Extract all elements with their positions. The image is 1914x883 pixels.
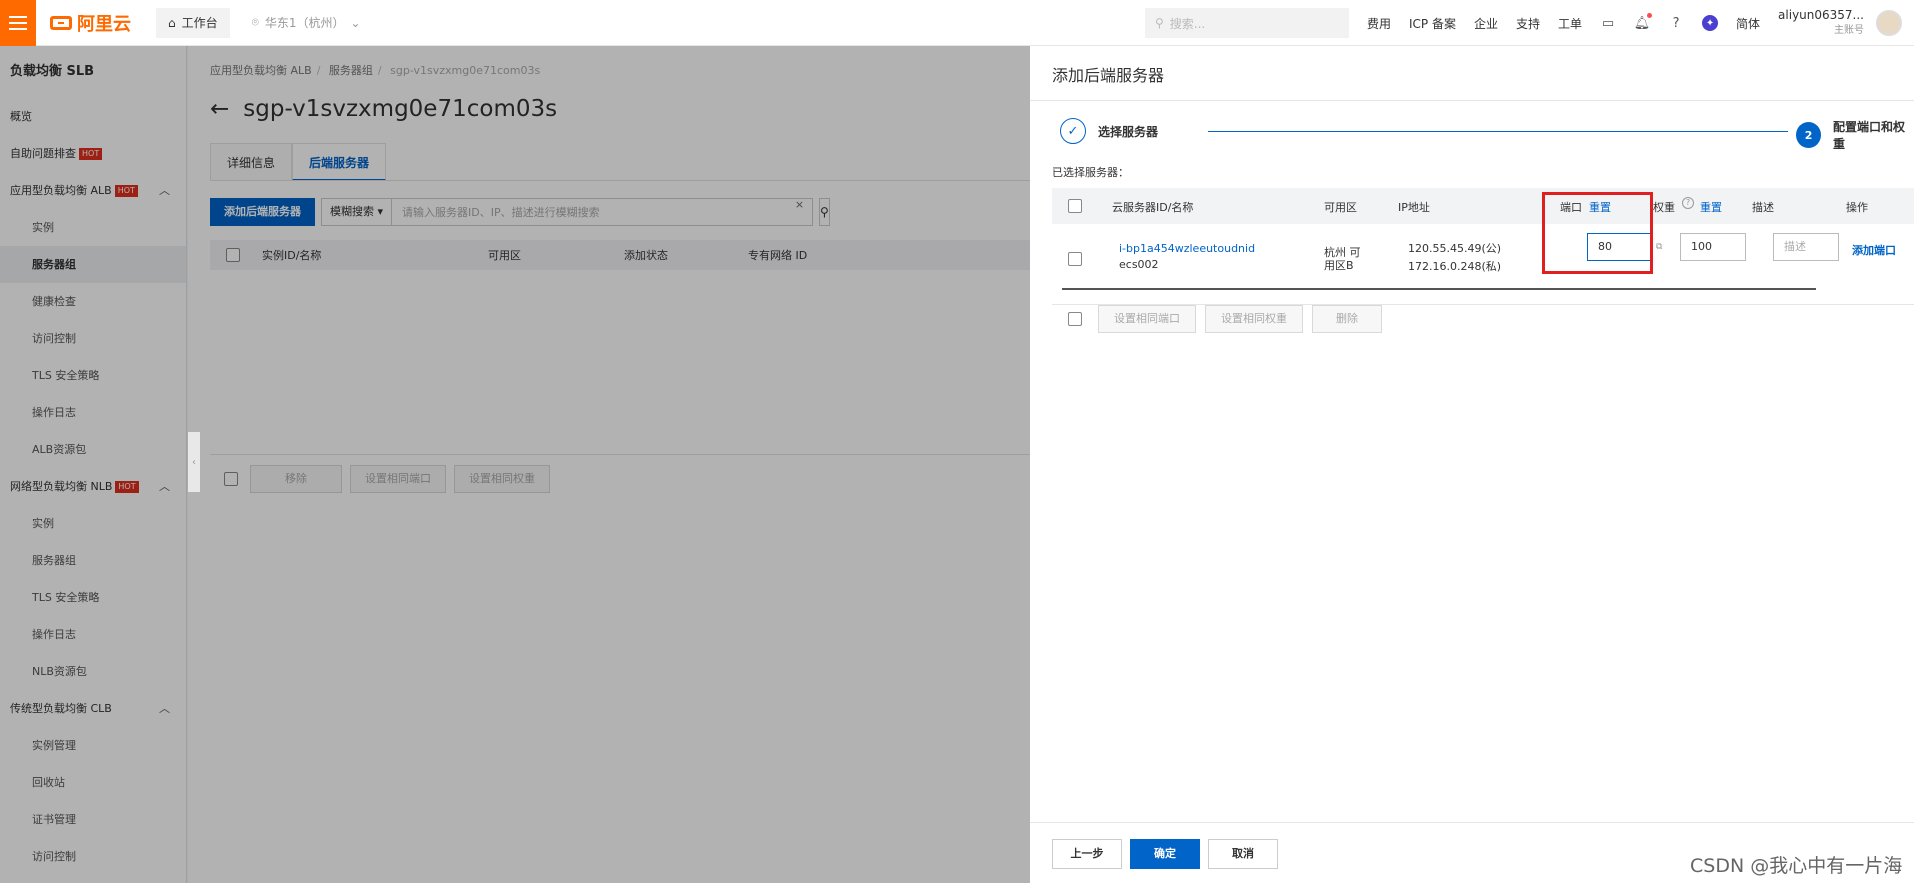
modal-overlay[interactable] [0,46,1030,883]
user-menu[interactable]: aliyun06357... 主账号 [1778,7,1864,39]
selected-servers-label: 已选择服务器： [1052,166,1129,179]
bell-icon[interactable]: 🔔︎ [1634,13,1653,31]
server-private-ip: 172.16.0.248(私) [1408,260,1502,273]
previous-step-button[interactable]: 上一步 [1052,839,1122,869]
logo-text: 阿里云 [77,13,131,35]
step-configure-port-weight: 2 配置端口和权重 [1796,118,1914,152]
row-checkbox[interactable] [1068,252,1082,266]
copy-icon[interactable]: ⧉ [1656,242,1662,252]
server-id-link[interactable]: i-bp1a454wzleeutoudnid [1119,242,1255,255]
chevron-down-icon: ⌄ [350,15,361,30]
weight-reset-link[interactable]: 重置 [1700,199,1722,215]
menu-icon[interactable] [0,0,36,46]
search-placeholder: 搜索... [1169,16,1206,31]
row-scrollbar[interactable] [1062,288,1816,290]
sidebar-collapse-handle[interactable]: ‹ [188,432,200,492]
server-public-ip: 120.55.45.49(公) [1408,242,1502,255]
region-selector[interactable]: ⌾ 华东1（杭州） ⌄ [252,14,361,31]
region-label: 华东1（杭州） [264,16,345,30]
workbench-button[interactable]: ⌂ 工作台 [156,7,230,38]
server-name: ecs002 [1119,258,1159,271]
confirm-button[interactable]: 确定 [1130,839,1200,869]
workbench-label: 工作台 [181,16,218,30]
column-description: 描述 [1752,201,1774,214]
add-port-link[interactable]: 添加端口 [1852,242,1896,258]
check-icon: ✓ [1060,118,1086,144]
highlight-box [1542,192,1653,274]
column-weight: 权重 [1653,201,1675,214]
selected-table-header: 云服务器ID/名称 可用区 IP地址 端口 重置 权重 ? 重置 描述 操作 [1052,188,1914,224]
column-action: 操作 [1846,201,1868,214]
top-navigation-bar: 阿里云 ⌂ 工作台 ⌾ 华东1（杭州） ⌄ ⚲ 搜索... 费用 ICP 备案 企业 支… [0,0,1914,46]
weight-input[interactable]: 100 [1680,233,1746,261]
set-same-port-button[interactable]: 设置相同端口 [1098,305,1196,333]
step2-number: 2 [1796,122,1822,148]
home-icon: ⌂ [168,15,176,30]
nav-support-link[interactable]: 支持 [1516,15,1540,32]
set-same-weight-button[interactable]: 设置相同权重 [1205,305,1303,333]
step1-label: 选择服务器 [1098,124,1159,139]
table-row: i-bp1a454wzleeutoudnid ecs002 杭州 可用区B 12… [1052,224,1914,296]
weight-help-icon[interactable]: ? [1682,197,1694,209]
cancel-button[interactable]: 取消 [1208,839,1278,869]
user-role: 主账号 [1834,25,1864,36]
server-zone: 杭州 可用区B [1324,246,1361,272]
add-backend-server-drawer: 添加后端服务器 ✓ 选择服务器 2 配置端口和权重 已选择服务器： 云服务器ID… [1030,46,1914,883]
nav-enterprise-link[interactable]: 企业 [1474,15,1498,32]
step2-label: 配置端口和权重 [1833,120,1906,151]
nav-fees-link[interactable]: 费用 [1367,15,1391,32]
language-switch[interactable]: 简体 [1736,15,1760,32]
column-server-id: 云服务器ID/名称 [1112,201,1194,214]
help-icon[interactable]: ? [1668,15,1684,31]
user-name: aliyun06357... [1778,8,1864,22]
avatar[interactable] [1876,10,1902,36]
drawer-title: 添加后端服务器 [1052,66,1165,85]
ai-assistant-icon[interactable]: ✦ [1702,15,1719,31]
description-input[interactable]: 描述 [1773,233,1839,261]
batch-select-checkbox[interactable] [1068,312,1082,326]
step-select-server[interactable]: ✓ 选择服务器 [1060,118,1158,144]
global-search-input[interactable]: ⚲ 搜索... [1144,8,1349,38]
terminal-icon[interactable]: ▭ [1600,15,1616,31]
step-indicator: ✓ 选择服务器 2 配置端口和权重 [1060,118,1914,151]
column-ip: IP地址 [1398,201,1430,214]
csdn-watermark: CSDN @我心中有一片海 [1690,855,1903,877]
delete-button[interactable]: 删除 [1312,305,1382,333]
select-all-checkbox[interactable] [1068,199,1082,213]
column-zone: 可用区 [1324,201,1357,214]
nav-icp-link[interactable]: ICP 备案 [1409,15,1456,32]
nav-ticket-link[interactable]: 工单 [1558,15,1582,32]
location-icon: ⌾ [251,15,259,29]
aliyun-logo[interactable]: 阿里云 [50,10,150,36]
search-icon: ⚲ [1154,16,1164,30]
